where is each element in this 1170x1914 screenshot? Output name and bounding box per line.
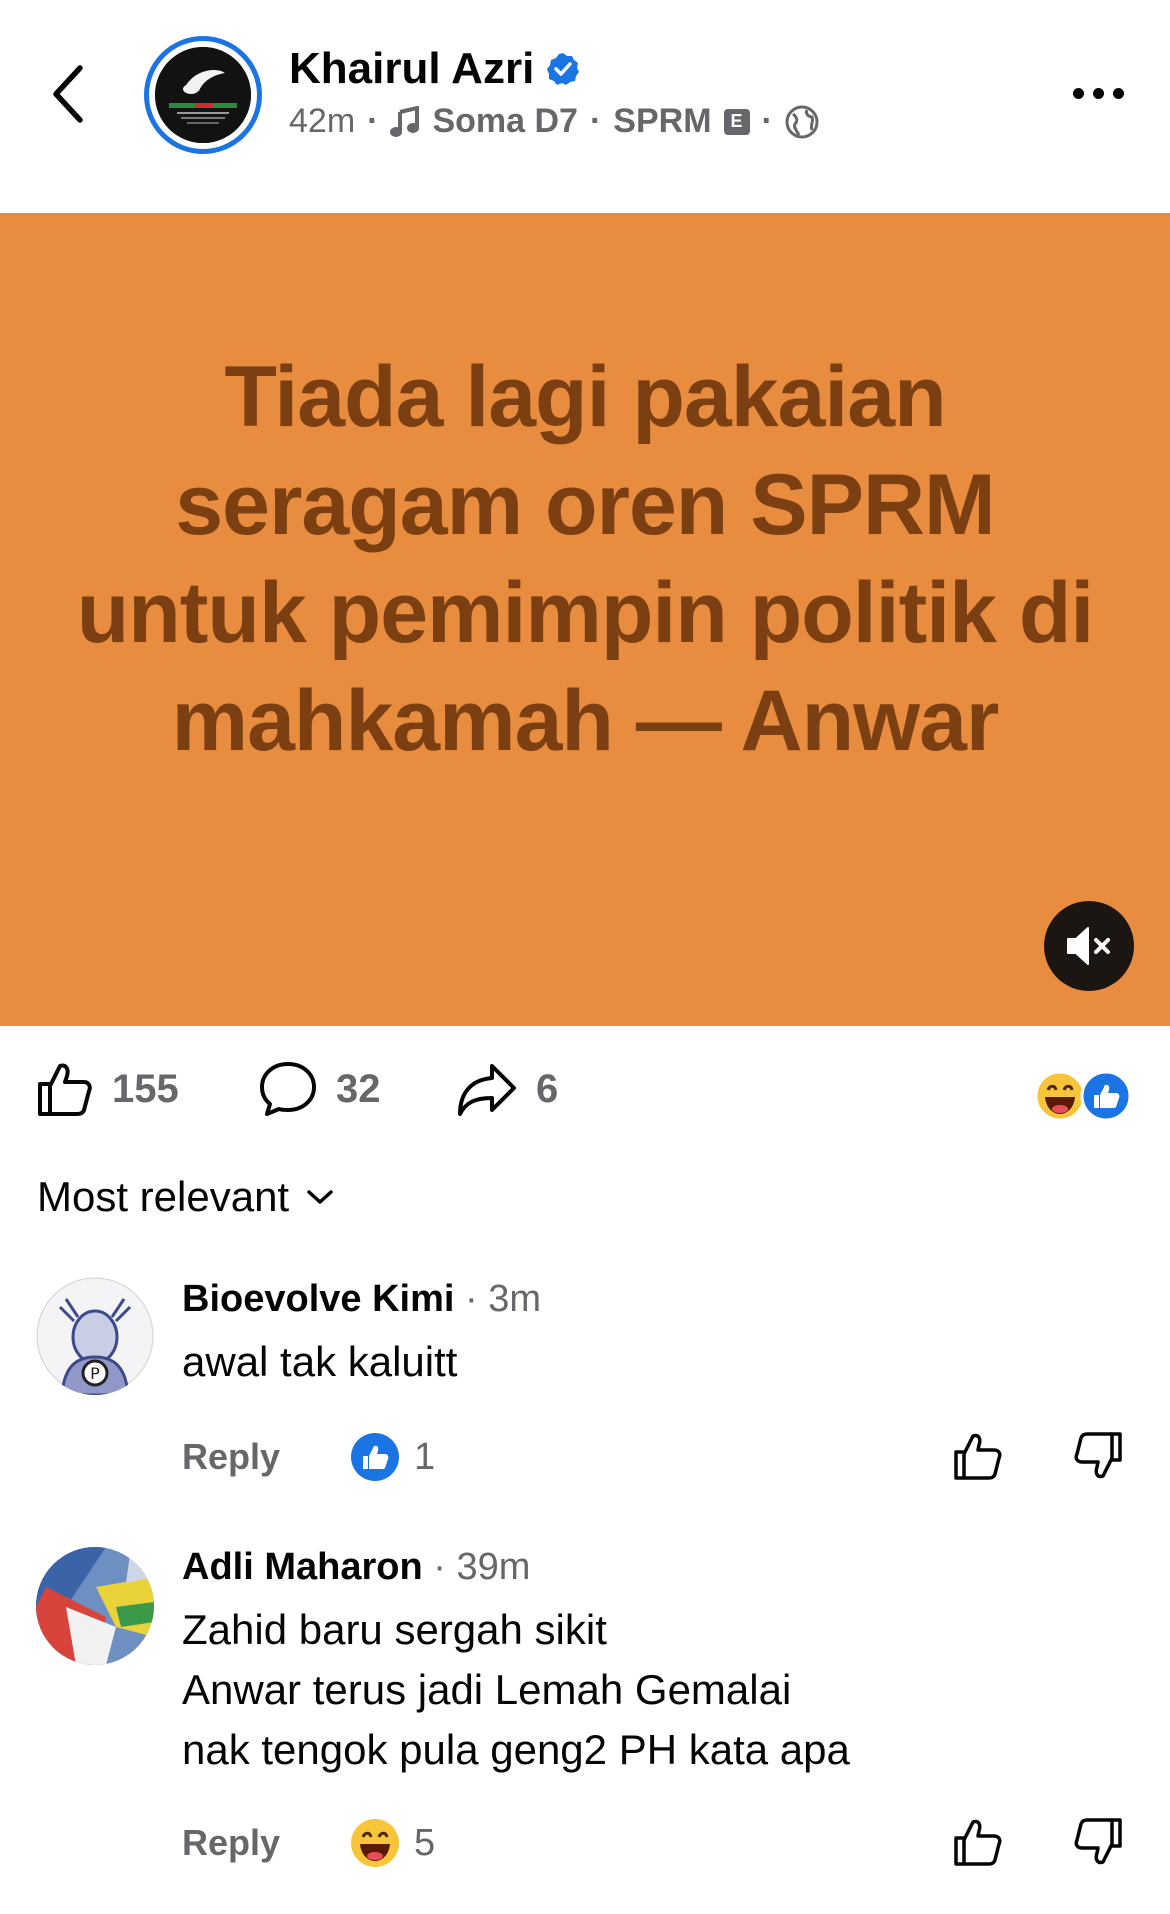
comment-text-line: nak tengok pula geng2 PH kata apa [182, 1726, 850, 1773]
comment-author[interactable]: Adli Maharon [182, 1546, 423, 1588]
comment-reactions[interactable]: 1 [350, 1432, 435, 1482]
speaker-muted-icon [1067, 927, 1110, 965]
reaction-summary[interactable] [1034, 1070, 1134, 1122]
comment-author[interactable]: Bioevolve Kimi [182, 1278, 454, 1320]
author-name[interactable]: Khairul Azri [289, 44, 534, 94]
music-artist[interactable]: SPRM [613, 102, 711, 141]
downvote-button[interactable] [1072, 1816, 1124, 1868]
like-reaction-icon [1080, 1070, 1132, 1122]
chevron-down-icon [307, 1190, 333, 1204]
post-card[interactable]: Tiada lagi pakaian seragam oren SPRM unt… [0, 213, 1170, 1026]
comment-text-line: Zahid baru sergah sikit [182, 1606, 607, 1653]
more-icon-dot [1113, 88, 1124, 99]
post-meta: 42m · Soma D7 · SPRM E · [289, 102, 819, 141]
reply-button[interactable]: Reply [182, 1822, 280, 1864]
reply-button[interactable]: Reply [182, 1436, 280, 1478]
comment-sort-dropdown[interactable]: Most relevant [37, 1173, 333, 1221]
more-icon-dot [1093, 88, 1104, 99]
upvote-button[interactable] [952, 1430, 1004, 1482]
comment-author-line: Adli Maharon · 39m [182, 1546, 530, 1589]
more-options-button[interactable] [1073, 88, 1124, 99]
comment-time: · 39m [433, 1546, 531, 1588]
sort-label: Most relevant [37, 1173, 290, 1220]
svg-text:P: P [90, 1364, 100, 1383]
thumbs-up-outline-icon [954, 1819, 1002, 1866]
comment-bubble-icon [260, 1062, 316, 1116]
post-headline: Tiada lagi pakaian seragam oren SPRM unt… [76, 349, 1095, 769]
comment-count: 32 [336, 1066, 381, 1111]
comment-text-line: Anwar terus jadi Lemah Gemalai [182, 1666, 792, 1713]
reaction-count: 1 [414, 1435, 436, 1478]
thumbs-down-outline-icon [1074, 1818, 1122, 1865]
globe-icon [785, 105, 819, 138]
share-button[interactable]: 6 [456, 1060, 558, 1118]
comment-author-line: Bioevolve Kimi · 3m [182, 1278, 541, 1321]
music-title[interactable]: Soma D7 [432, 102, 578, 141]
thumbs-up-outline-icon [954, 1433, 1002, 1480]
back-button[interactable] [48, 62, 88, 126]
upvote-button[interactable] [952, 1816, 1004, 1868]
separator-dot: · [589, 102, 602, 140]
laughing-emoji-icon [351, 1819, 399, 1867]
comment-button[interactable]: 32 [258, 1060, 381, 1118]
post-author[interactable]: Khairul Azri [289, 44, 580, 94]
comment-text: awal tak kaluitt [182, 1338, 458, 1385]
share-arrow-icon [458, 1064, 516, 1116]
commenter-avatar[interactable]: P [36, 1277, 154, 1395]
chevron-left-icon [53, 65, 83, 123]
author-avatar[interactable] [144, 36, 262, 154]
like-button[interactable]: 155 [36, 1060, 179, 1118]
more-icon-dot [1073, 88, 1084, 99]
verified-badge-icon [547, 53, 580, 85]
mute-button[interactable] [1044, 901, 1134, 991]
separator-dot: · [367, 102, 379, 140]
separator-dot: · [761, 102, 773, 140]
thumbs-up-icon [38, 1063, 92, 1116]
reaction-count: 5 [414, 1821, 436, 1864]
comment-time: · 3m [464, 1278, 541, 1320]
thumbs-down-outline-icon [1074, 1432, 1122, 1479]
laughing-emoji-icon [1034, 1070, 1086, 1122]
share-count: 6 [536, 1066, 559, 1111]
music-note-icon [390, 105, 420, 137]
logo-image [155, 47, 251, 143]
post-time[interactable]: 42m [289, 102, 355, 141]
like-count: 155 [112, 1066, 179, 1111]
downvote-button[interactable] [1072, 1430, 1124, 1482]
like-reaction-icon [351, 1433, 399, 1481]
explicit-badge: E [723, 108, 750, 135]
commenter-avatar[interactable] [36, 1547, 154, 1665]
comment-reactions[interactable]: 5 [350, 1818, 435, 1868]
